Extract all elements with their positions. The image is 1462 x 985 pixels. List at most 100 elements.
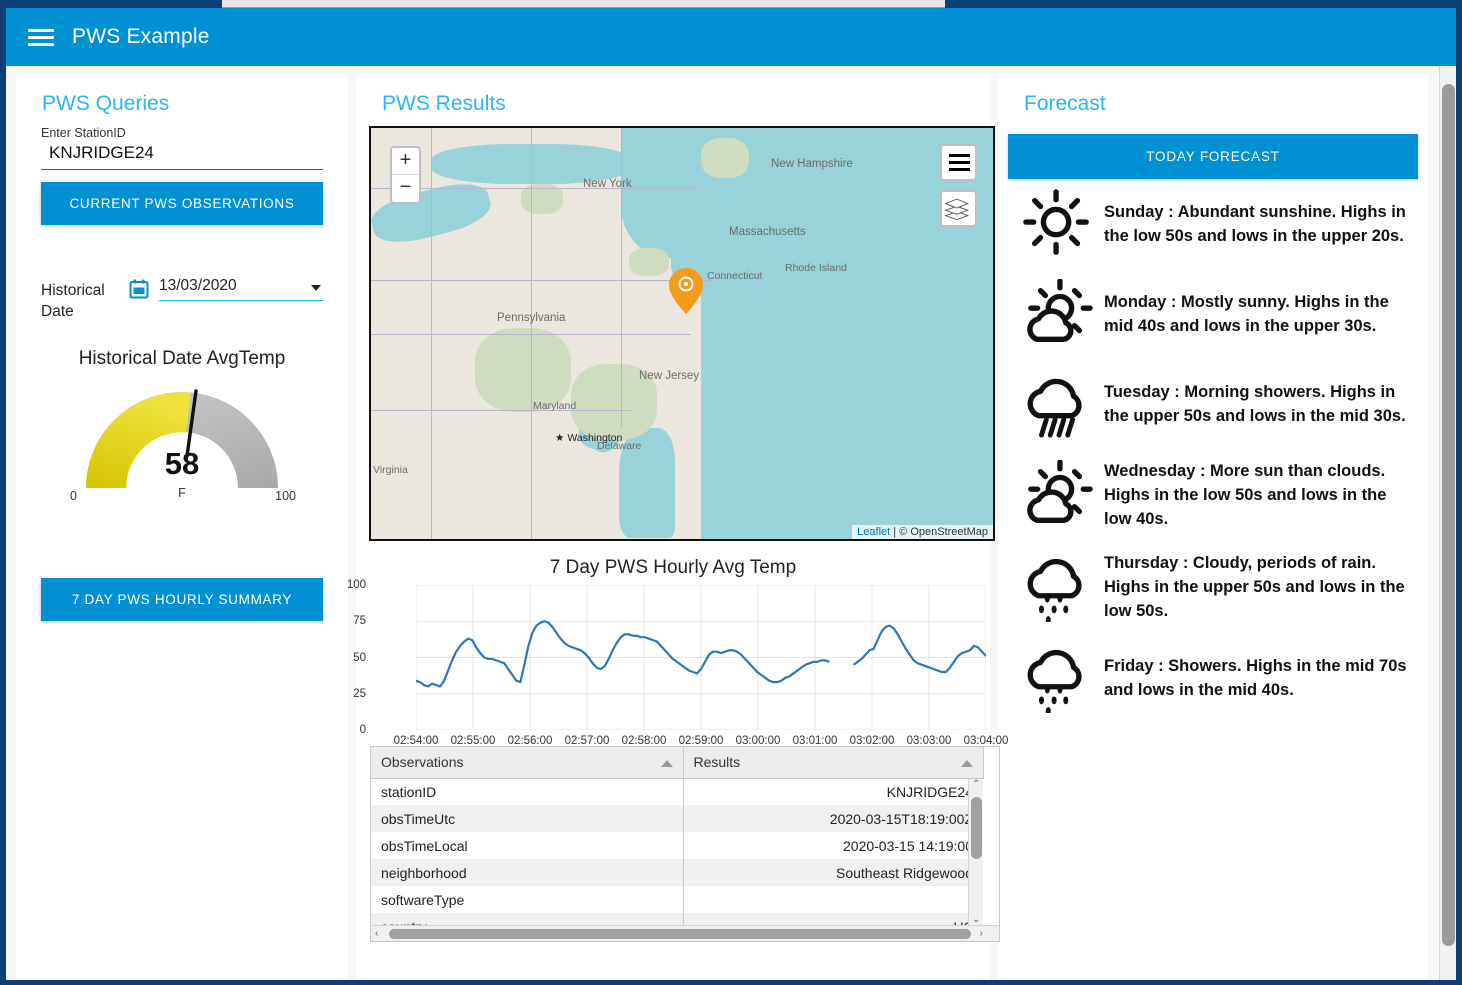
forecast-title: Forecast <box>1024 92 1106 115</box>
cell-observation: obsTimeLocal <box>371 832 684 859</box>
historical-date-value: 13/03/2020 <box>159 277 237 294</box>
chevron-down-icon[interactable] <box>311 285 321 291</box>
y-axis-tick: 50 <box>353 651 366 664</box>
cell-result: 2020-03-15 14:19:00 <box>843 837 973 854</box>
forecast-item-text: Monday : Mostly sunny. Highs in the mid … <box>1104 293 1389 335</box>
scroll-up-icon[interactable]: ⌃ <box>972 779 980 790</box>
cell-result: KNJRIDGE24 <box>886 783 973 800</box>
table-header-row: Observations Results <box>371 747 984 779</box>
pws-queries-body: Enter StationID CURRENT PWS OBSERVATIONS… <box>16 126 348 514</box>
table-horizontal-scroll-thumb[interactable] <box>389 929 971 939</box>
page-title: PWS Example <box>72 25 210 48</box>
zoom-in-button[interactable]: + <box>392 148 419 175</box>
current-pws-observations-button[interactable]: CURRENT PWS OBSERVATIONS <box>41 182 323 225</box>
app-bar: PWS Example <box>6 8 1456 66</box>
sort-ascending-icon[interactable] <box>960 760 973 767</box>
table-vertical-scroll-thumb[interactable] <box>971 797 982 859</box>
pws-results-body: New Hampshire New York Massachusetts Con… <box>347 126 1009 942</box>
zoom-out-button[interactable]: − <box>392 175 419 202</box>
scroll-right-icon[interactable]: › <box>980 928 983 939</box>
table-row[interactable]: stationID KNJRIDGE24 <box>371 778 983 805</box>
y-axis-tick: 25 <box>353 687 366 700</box>
cell-result: 2020-03-15T18:19:00Z <box>683 805 983 832</box>
table-row[interactable]: obsTimeUtc 2020-03-15T18:19:00Z <box>371 805 983 832</box>
forecast-item: Tuesday : Morning showers. Highs in the … <box>998 359 1428 449</box>
forecast-panel: Forecast TODAY FORECAST Sunday : Abundan… <box>998 74 1428 980</box>
column-header-observations-label: Observations <box>381 754 464 771</box>
avg-temp-gauge: 58 0 100 F <box>70 384 296 514</box>
seven-day-hourly-summary-button[interactable]: 7 DAY PWS HOURLY SUMMARY <box>41 578 323 621</box>
forecast-item-text: Wednesday : More sun than clouds. Highs … <box>1104 462 1387 528</box>
observations-table[interactable]: Observations Results stationID KNJRIDGE2… <box>370 746 1000 942</box>
cell-result <box>683 886 983 913</box>
table-row[interactable]: obsTimeLocal 2020-03-15 14:19:00 <box>371 832 983 859</box>
scroll-left-icon[interactable]: ‹ <box>375 928 378 939</box>
cell-observation: softwareType <box>371 886 684 913</box>
sun-cloud-icon <box>1012 460 1104 530</box>
gauge-unit-label: F <box>178 486 186 500</box>
map-layers-icon[interactable] <box>940 190 977 227</box>
table-body: stationID KNJRIDGE24 obsTimeUtc 2020-03-15T… <box>371 778 983 940</box>
pws-queries-title: PWS Queries <box>42 92 170 115</box>
historical-date-row: Historical Date 13/03/2020 <box>41 277 323 322</box>
map-menu-icon[interactable] <box>940 144 977 181</box>
sun-icon <box>1012 189 1104 259</box>
pws-results-title: PWS Results <box>382 92 506 115</box>
cloud-rain-icon <box>1012 552 1104 622</box>
cell-observation: obsTimeUtc <box>371 805 684 832</box>
forecast-item-text: Tuesday : Morning showers. Highs in the … <box>1104 383 1406 425</box>
summary-button-wrap: 7 DAY PWS HOURLY SUMMARY <box>16 578 348 621</box>
calendar-icon[interactable] <box>129 279 149 299</box>
forecast-item: Sunday : Abundant sunshine. Highs in the… <box>998 179 1428 269</box>
forecast-list: Sunday : Abundant sunshine. Highs in the… <box>998 179 1428 723</box>
page-scrollbar[interactable] <box>1439 66 1456 980</box>
sort-ascending-icon[interactable] <box>660 760 673 767</box>
forecast-item-text: Friday : Showers. Highs in the mid 70s a… <box>1104 657 1407 699</box>
forecast-item-text: Sunday : Abundant sunshine. Highs in the… <box>1104 203 1406 245</box>
forecast-item: Thursday : Cloudy, periods of rain. High… <box>998 541 1428 633</box>
forecast-item-text: Thursday : Cloudy, periods of rain. High… <box>1104 554 1405 620</box>
pws-queries-panel: PWS Queries Enter StationID CURRENT PWS … <box>16 74 348 980</box>
chart-title: 7 Day PWS Hourly Avg Temp <box>549 557 797 578</box>
table-horizontal-scrollbar[interactable]: ‹ › <box>371 925 999 941</box>
map-attribution: Leaflet | © OpenStreetMap <box>852 525 993 539</box>
cell-observation: neighborhood <box>371 859 684 886</box>
osm-link[interactable]: OpenStreetMap <box>910 526 988 538</box>
chart-plot-area <box>415 584 986 731</box>
historical-date-picker[interactable]: 13/03/2020 <box>159 277 323 301</box>
column-header-results[interactable]: Results <box>683 747 984 779</box>
table-vertical-scrollbar[interactable]: ⌃ ⌄ <box>968 779 983 925</box>
leaflet-link[interactable]: Leaflet <box>857 526 890 538</box>
leaflet-map[interactable]: New Hampshire New York Massachusetts Con… <box>369 126 995 541</box>
station-input-label: Enter StationID <box>41 126 126 140</box>
observations-table-element: Observations Results stationID KNJRIDGE2… <box>371 747 984 940</box>
hourly-avg-temp-chart: 0 25 50 75 100 02:54:00 02:55:00 02:56:00 02:57:… <box>347 579 1009 747</box>
today-forecast-button[interactable]: TODAY FORECAST <box>1008 134 1418 179</box>
pws-results-panel: PWS Results New Hampshire New York Massa… <box>347 74 1009 980</box>
station-map-marker[interactable] <box>669 268 703 314</box>
station-id-input[interactable] <box>41 141 323 170</box>
column-header-results-label: Results <box>693 754 741 771</box>
table-row[interactable]: softwareType <box>371 886 983 913</box>
cloud-showers-icon <box>1012 369 1104 439</box>
scroll-down-icon[interactable]: ⌄ <box>972 914 980 925</box>
browser-chrome-strip <box>222 0 945 8</box>
y-axis-tick: 75 <box>353 615 366 628</box>
cell-observation: stationID <box>371 778 684 805</box>
app-window: PWS Example PWS Queries Enter StationID … <box>6 8 1456 980</box>
hamburger-icon[interactable] <box>28 27 54 47</box>
browser-frame: PWS Example PWS Queries Enter StationID … <box>0 0 1462 985</box>
y-axis-tick: 100 <box>346 579 366 591</box>
cloud-rain-icon <box>1012 643 1104 713</box>
content-area: PWS Queries Enter StationID CURRENT PWS … <box>6 66 1440 980</box>
map-zoom-control[interactable]: + − <box>390 146 421 204</box>
forecast-item: Monday : Mostly sunny. Highs in the mid … <box>998 269 1428 359</box>
table-row[interactable]: neighborhood Southeast Ridgewood <box>371 859 983 886</box>
sun-cloud-icon <box>1012 279 1104 349</box>
forecast-item: Friday : Showers. Highs in the mid 70s a… <box>998 633 1428 723</box>
gauge-value: 58 <box>164 446 200 481</box>
column-header-observations[interactable]: Observations <box>371 747 684 779</box>
page-scroll-thumb[interactable] <box>1442 84 1455 946</box>
y-axis-tick: 0 <box>359 724 366 736</box>
cell-result: Southeast Ridgewood <box>683 859 983 886</box>
